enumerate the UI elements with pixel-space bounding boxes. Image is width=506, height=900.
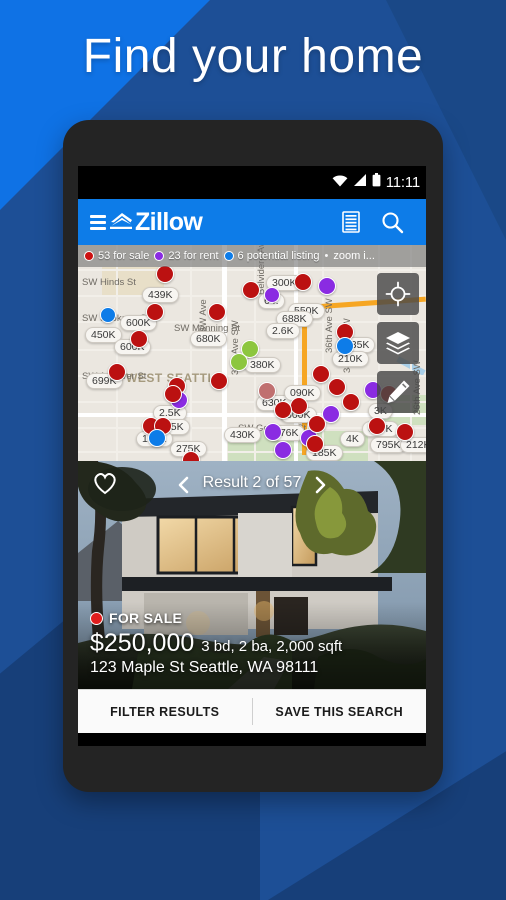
promo-background: Find your home 11:11 Zillow WEST SEATTLE…	[0, 0, 506, 900]
map-listing-pin[interactable]	[130, 330, 148, 348]
listing-price-row: $250,000 3 bd, 2 ba, 2,000 sqft	[90, 629, 414, 658]
listing-beds-baths-sqft: 3 bd, 2 ba, 2,000 sqft	[201, 638, 343, 655]
map-price-bubble[interactable]: 2.6K	[266, 323, 300, 339]
listing-address: 123 Maple St Seattle, WA 98111	[90, 659, 319, 676]
phone-device-frame: 11:11 Zillow WEST SEATTLE SW Hinds St SW…	[63, 120, 443, 792]
map-listing-pin[interactable]	[242, 281, 260, 299]
map-street-label: 36th Ave SW	[324, 298, 335, 353]
brand-name: Zillow	[135, 207, 203, 236]
heart-outline-icon[interactable]	[92, 471, 118, 495]
wifi-icon	[332, 174, 348, 192]
cell-signal-icon	[353, 173, 367, 192]
result-navigation-center: Result 2 of 57	[118, 474, 386, 494]
map-street-label: SW Hinds St	[82, 277, 136, 288]
android-status-bar: 11:11	[78, 166, 426, 199]
result-counter-label: Result 2 of 57	[202, 474, 302, 491]
home-icon[interactable]	[235, 743, 269, 746]
status-bar-clock: 11:11	[385, 174, 421, 191]
recent-apps-icon[interactable]	[327, 743, 361, 746]
filter-chip-potential-listing[interactable]: 6 potential listing	[223, 250, 320, 262]
map-layers-button[interactable]	[377, 322, 419, 364]
filter-separator: •	[324, 250, 329, 262]
map-view[interactable]: WEST SEATTLE SW Hinds St SW Spokane St SW …	[78, 245, 426, 461]
map-listing-pin[interactable]	[100, 307, 116, 323]
filter-chip-for-rent[interactable]: 23 for rent	[154, 250, 219, 262]
status-badge-dot	[90, 611, 103, 625]
map-listing-pin[interactable]	[264, 287, 280, 303]
map-price-bubble[interactable]: 4K	[340, 431, 365, 447]
map-listing-pin[interactable]	[306, 435, 324, 453]
map-listing-pin[interactable]	[274, 401, 292, 419]
filter-label-for-rent: 23 for rent	[168, 250, 219, 262]
map-listing-pin[interactable]	[210, 372, 228, 390]
chevron-right-icon[interactable]	[313, 476, 327, 494]
map-canvas: WEST SEATTLE SW Hinds St SW Spokane St SW …	[78, 245, 426, 461]
map-listing-pin[interactable]	[146, 303, 164, 321]
map-listing-pin[interactable]	[274, 441, 292, 459]
map-price-bubble[interactable]: 430K	[224, 427, 261, 443]
my-location-button[interactable]	[377, 273, 419, 315]
phone-screen: 11:11 Zillow WEST SEATTLE SW Hinds St SW…	[78, 166, 426, 746]
map-listing-pin[interactable]	[294, 273, 312, 291]
map-listing-pin[interactable]	[396, 423, 414, 441]
for-sale-dot	[84, 251, 94, 261]
back-arrow-icon[interactable]	[143, 743, 177, 746]
listing-action-bar: FILTER RESULTS SAVE THIS SEARCH	[78, 689, 426, 733]
map-listing-pin[interactable]	[336, 337, 354, 355]
zillow-house-logo-icon	[108, 208, 134, 237]
crosshair-icon	[385, 281, 411, 307]
battery-icon	[372, 173, 381, 192]
android-navigation-bar	[78, 733, 426, 746]
filter-chip-for-sale[interactable]: 53 for sale	[84, 250, 149, 262]
map-listing-pin[interactable]	[258, 382, 276, 400]
map-listing-pin[interactable]	[230, 353, 248, 371]
chevron-left-icon[interactable]	[177, 476, 191, 494]
zoom-hint-label: zoom i...	[333, 250, 375, 262]
search-icon[interactable]	[371, 211, 414, 234]
listing-price: $250,000	[90, 629, 195, 657]
map-listing-pin[interactable]	[368, 417, 386, 435]
map-price-bubble[interactable]: 680K	[190, 331, 227, 347]
map-listing-pin[interactable]	[318, 277, 336, 295]
listing-card[interactable]: Result 2 of 57 FOR SALE $250,000 3 bd, 2…	[78, 461, 426, 689]
map-listing-pin[interactable]	[312, 365, 330, 383]
for-rent-dot	[154, 251, 165, 261]
filter-label-potential-listing: 6 potential listing	[237, 250, 320, 262]
map-price-bubble[interactable]: 380K	[244, 357, 281, 373]
map-listing-pin[interactable]	[328, 378, 346, 396]
list-view-icon[interactable]	[331, 211, 371, 233]
map-street-label: SW Ave	[198, 299, 209, 333]
zillow-brand[interactable]: Zillow	[108, 207, 203, 237]
map-price-bubble[interactable]: 210K	[332, 351, 369, 367]
map-listing-pin[interactable]	[108, 363, 126, 381]
map-listing-pin[interactable]	[308, 415, 326, 433]
listing-details[interactable]: FOR SALE $250,000 3 bd, 2 ba, 2,000 sqft…	[78, 602, 426, 689]
map-listing-pin[interactable]	[342, 393, 360, 411]
map-listing-pin[interactable]	[290, 397, 308, 415]
pencil-icon	[387, 380, 410, 403]
page-title: Find your home	[82, 30, 424, 83]
map-listing-pin[interactable]	[156, 265, 174, 283]
map-price-bubble[interactable]: 439K	[142, 287, 179, 303]
potential-listing-dot	[223, 251, 234, 261]
filter-label-for-sale: 53 for sale	[98, 250, 150, 262]
map-filter-bar[interactable]: 53 for sale 23 for rent 6 potential list…	[78, 245, 426, 267]
hamburger-menu-icon[interactable]	[90, 214, 106, 230]
map-controls	[377, 273, 419, 413]
map-listing-pin[interactable]	[148, 429, 166, 447]
filter-results-button[interactable]: FILTER RESULTS	[78, 690, 252, 733]
layers-icon	[386, 332, 410, 355]
map-listing-pin[interactable]	[208, 303, 226, 321]
draw-search-button[interactable]	[377, 371, 419, 413]
map-listing-pin[interactable]	[264, 423, 282, 441]
app-action-bar: Zillow	[78, 199, 426, 245]
status-badge: FOR SALE	[109, 610, 183, 626]
result-navigation-bar: Result 2 of 57	[78, 461, 426, 505]
save-this-search-button[interactable]: SAVE THIS SEARCH	[253, 690, 427, 733]
map-listing-pin[interactable]	[164, 385, 182, 403]
listing-status-row: FOR SALE	[90, 610, 414, 626]
